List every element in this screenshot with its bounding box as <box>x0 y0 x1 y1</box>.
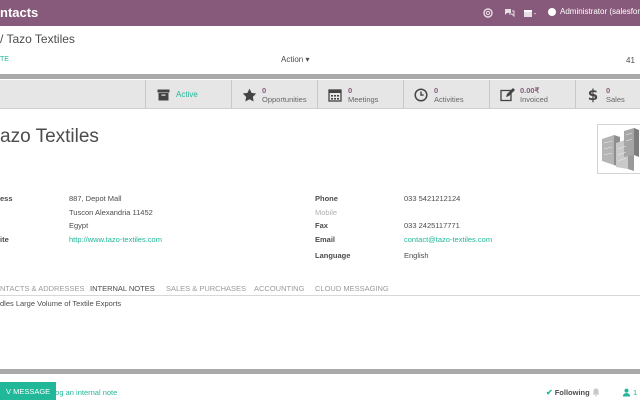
archive-icon <box>154 86 172 104</box>
action-dropdown[interactable]: Action ▾ <box>281 55 309 64</box>
top-navbar: ntacts Administrator (salesfor <box>0 0 640 26</box>
active-label: Active <box>176 90 198 99</box>
tab-internal-notes[interactable]: INTERNAL NOTES <box>90 284 155 293</box>
tab-cloud-messaging[interactable]: CLOUD MESSAGING <box>315 284 389 293</box>
star-icon <box>240 86 258 104</box>
opportunities-count: 0 <box>262 85 267 95</box>
website-label: ite <box>0 235 9 244</box>
meetings-label: Meetings <box>348 94 379 104</box>
followers-button[interactable]: 1 <box>622 388 637 397</box>
clock-icon <box>412 86 430 104</box>
email-link[interactable]: contact@tazo-textiles.com <box>404 235 492 244</box>
gift-icon[interactable] <box>523 6 537 20</box>
active-toggle-button[interactable]: Active <box>145 80 231 109</box>
opportunities-label: Opportunities <box>262 94 307 104</box>
invoiced-button[interactable]: 0.00₹ Invoiced <box>489 80 575 109</box>
activities-count: 0 <box>434 85 439 95</box>
language-field[interactable]: English <box>404 251 429 260</box>
pager[interactable]: 41 <box>626 56 635 65</box>
buildings-icon <box>602 128 639 171</box>
user-name: Administrator (salesfor <box>560 7 640 16</box>
activities-button[interactable]: 0 Activities <box>403 80 489 109</box>
followers-count: 1 <box>633 388 638 397</box>
bell-icon[interactable] <box>591 387 601 397</box>
tab-contacts-addresses[interactable]: NTACTS & ADDRESSES <box>0 284 84 293</box>
street-field[interactable]: 887, Depot Mall <box>69 194 122 203</box>
following-button[interactable]: ✔ Following <box>546 388 590 397</box>
meetings-count: 0 <box>348 85 353 95</box>
new-message-button[interactable]: V MESSAGE <box>0 382 57 400</box>
user-icon <box>622 388 631 397</box>
create-button[interactable]: TE <box>0 56 9 63</box>
language-label: Language <box>315 251 351 260</box>
sales-button[interactable]: $ 0 Sales <box>575 80 640 109</box>
check-icon: ✔ <box>546 388 553 397</box>
phone-label: Phone <box>315 194 338 203</box>
country-field[interactable]: Egypt <box>69 221 88 230</box>
address-label: ess <box>0 194 13 203</box>
chatter-separator <box>0 369 640 374</box>
log-note-link[interactable]: Log an internal note <box>51 388 117 397</box>
mobile-label: Mobile <box>315 208 338 217</box>
activities-label: Activities <box>434 94 464 104</box>
user-avatar-icon <box>548 7 556 16</box>
navbar-icons <box>481 6 544 20</box>
calendar-icon <box>326 86 344 104</box>
fax-field[interactable]: 033 2425117771 <box>404 221 460 230</box>
dollar-icon: $ <box>587 85 599 104</box>
city-state-zip-field[interactable]: Tuscon Alexandria 11452 <box>69 208 153 217</box>
invoiced-label: Invoiced <box>520 94 548 104</box>
fax-label: Fax <box>315 221 328 230</box>
notebook-tabs: NTACTS & ADDRESSES INTERNAL NOTES SALES … <box>0 281 640 296</box>
user-menu[interactable]: Administrator (salesfor <box>548 7 640 16</box>
edit-icon <box>498 86 516 104</box>
email-label: Email <box>315 235 336 244</box>
breadcrumb: / Tazo Textiles <box>0 32 75 46</box>
following-label: Following <box>554 388 590 397</box>
website-link[interactable]: http://www.tazo-textiles.com <box>69 235 162 244</box>
chat-icon[interactable] <box>502 6 516 20</box>
meetings-button[interactable]: 0 Meetings <box>317 80 403 109</box>
support-icon[interactable] <box>481 6 495 20</box>
smart-button-box: Active 0 Opportunities 0 Meetings 0 Activit… <box>0 80 640 109</box>
partner-name[interactable]: azo Textiles <box>0 126 99 148</box>
company-image[interactable] <box>597 124 640 174</box>
phone-field[interactable]: 033 5421212124 <box>404 194 460 203</box>
sales-label: Sales <box>606 94 625 104</box>
internal-notes-text[interactable]: dles Large Volume of Textile Exports <box>0 299 121 308</box>
sales-count: 0 <box>606 85 611 95</box>
invoiced-amount: 0.00₹ <box>520 85 540 95</box>
app-title[interactable]: ntacts <box>0 5 38 20</box>
opportunities-button[interactable]: 0 Opportunities <box>231 80 317 109</box>
tab-sales-purchases[interactable]: SALES & PURCHASES <box>166 284 246 293</box>
tab-accounting[interactable]: ACCOUNTING <box>254 284 304 293</box>
